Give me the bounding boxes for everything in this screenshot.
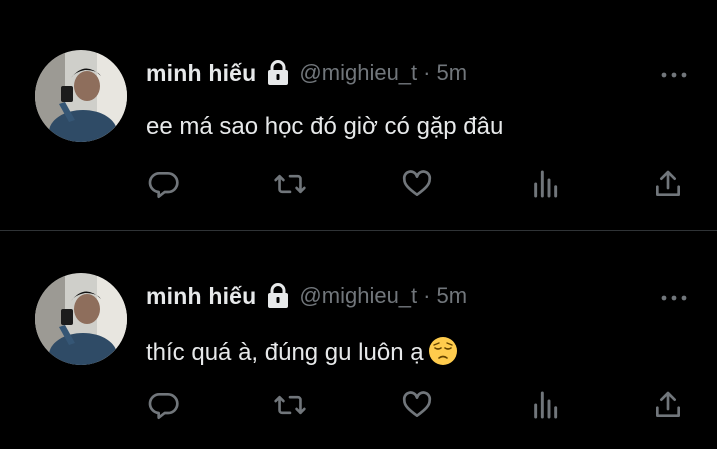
- tweet-header: minh hiếu @mighieu_t · 5m: [146, 279, 467, 313]
- tweet-actions: [0, 385, 717, 425]
- avatar[interactable]: [35, 273, 127, 365]
- timestamp[interactable]: 5m: [436, 283, 467, 309]
- tweet-feed: minh hiếu @mighieu_t · 5m ee má sao học …: [0, 0, 717, 449]
- retweet-icon: [273, 168, 307, 200]
- tweet[interactable]: minh hiếu @mighieu_t · 5m thíc quá à, đú…: [0, 231, 717, 449]
- reply-icon: [148, 168, 180, 200]
- lock-icon: [265, 282, 291, 310]
- tweet-text: thíc quá à, đúng gu luôn ạ: [146, 336, 458, 367]
- tweet-text-content: thíc quá à, đúng gu luôn ạ: [146, 339, 424, 366]
- like-button[interactable]: [397, 164, 437, 204]
- share-button[interactable]: [648, 385, 688, 425]
- views-icon: [529, 168, 561, 200]
- views-button[interactable]: [525, 385, 565, 425]
- lock-icon: [265, 59, 291, 87]
- retweet-icon: [273, 389, 307, 421]
- tweet-actions: [0, 164, 717, 204]
- like-icon: [401, 389, 433, 421]
- more-icon[interactable]: [659, 291, 689, 303]
- reply-button[interactable]: [144, 385, 184, 425]
- views-button[interactable]: [525, 164, 565, 204]
- display-name[interactable]: minh hiếu: [146, 60, 256, 87]
- separator: ·: [423, 283, 431, 308]
- avatar[interactable]: [35, 50, 127, 142]
- more-icon[interactable]: [659, 68, 689, 80]
- display-name[interactable]: minh hiếu: [146, 283, 256, 310]
- views-icon: [529, 389, 561, 421]
- share-icon: [652, 389, 684, 421]
- reply-icon: [148, 389, 180, 421]
- tweet-header: minh hiếu @mighieu_t · 5m: [146, 56, 467, 90]
- separator: ·: [423, 60, 431, 85]
- share-icon: [652, 168, 684, 200]
- reply-button[interactable]: [144, 164, 184, 204]
- like-button[interactable]: [397, 385, 437, 425]
- like-icon: [401, 168, 433, 200]
- user-handle[interactable]: @mighieu_t: [299, 283, 417, 309]
- tweet-text: ee má sao học đó giờ có gặp đâu: [146, 113, 504, 140]
- retweet-button[interactable]: [270, 164, 310, 204]
- retweet-button[interactable]: [270, 385, 310, 425]
- pensive-face-icon: [428, 336, 458, 366]
- timestamp[interactable]: 5m: [436, 60, 467, 86]
- user-handle[interactable]: @mighieu_t: [299, 60, 417, 86]
- share-button[interactable]: [648, 164, 688, 204]
- tweet[interactable]: minh hiếu @mighieu_t · 5m ee má sao học …: [0, 0, 717, 230]
